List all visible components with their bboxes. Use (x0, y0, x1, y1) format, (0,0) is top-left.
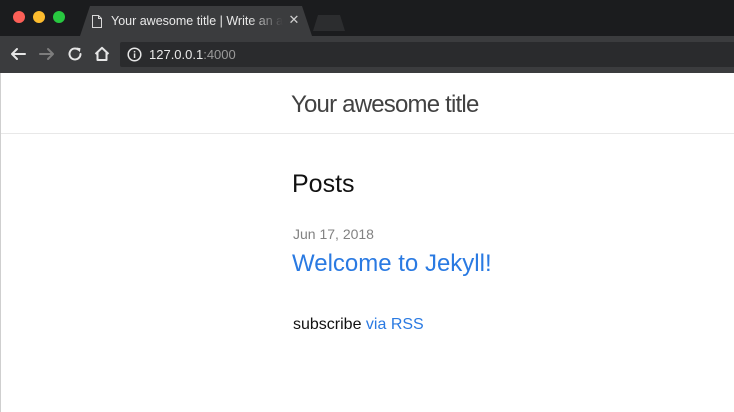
url-port: :4000 (203, 47, 236, 62)
info-icon[interactable] (127, 47, 142, 62)
close-tab-icon[interactable]: ✕ (286, 12, 302, 28)
home-icon[interactable] (93, 45, 111, 63)
rss-link[interactable]: via RSS (366, 316, 424, 333)
forward-arrow-icon[interactable] (38, 45, 56, 63)
subscribe-line: subscribe via RSS (293, 315, 424, 335)
minimize-window-button[interactable] (33, 11, 45, 23)
url-text[interactable]: 127.0.0.1:4000 (149, 46, 236, 63)
new-tab-button[interactable] (313, 15, 345, 31)
post-title-link[interactable]: Welcome to Jekyll! (292, 249, 492, 279)
maximize-window-button[interactable] (53, 11, 65, 23)
site-title-link[interactable]: Your awesome title (291, 90, 479, 120)
browser-tab-strip: Your awesome title | Write an awesome de… (0, 0, 734, 36)
browser-toolbar: 127.0.0.1:4000 (0, 36, 734, 73)
address-bar[interactable]: 127.0.0.1:4000 (120, 42, 734, 67)
page-heading: Posts (292, 170, 355, 198)
tab-title: Your awesome title | Write an awesome de… (111, 14, 283, 28)
subscribe-prefix: subscribe (293, 316, 366, 333)
reload-icon[interactable] (66, 45, 84, 63)
page-viewport: Your awesome title Posts Jun 17, 2018 We… (0, 73, 734, 412)
site-header: Your awesome title (1, 73, 734, 134)
back-arrow-icon[interactable] (9, 45, 27, 63)
active-tab[interactable]: Your awesome title | Write an awesome de… (80, 6, 312, 36)
url-host: 127.0.0.1 (149, 47, 204, 62)
post-date: Jun 17, 2018 (293, 226, 374, 242)
close-window-button[interactable] (13, 11, 25, 23)
page-icon (92, 15, 102, 28)
